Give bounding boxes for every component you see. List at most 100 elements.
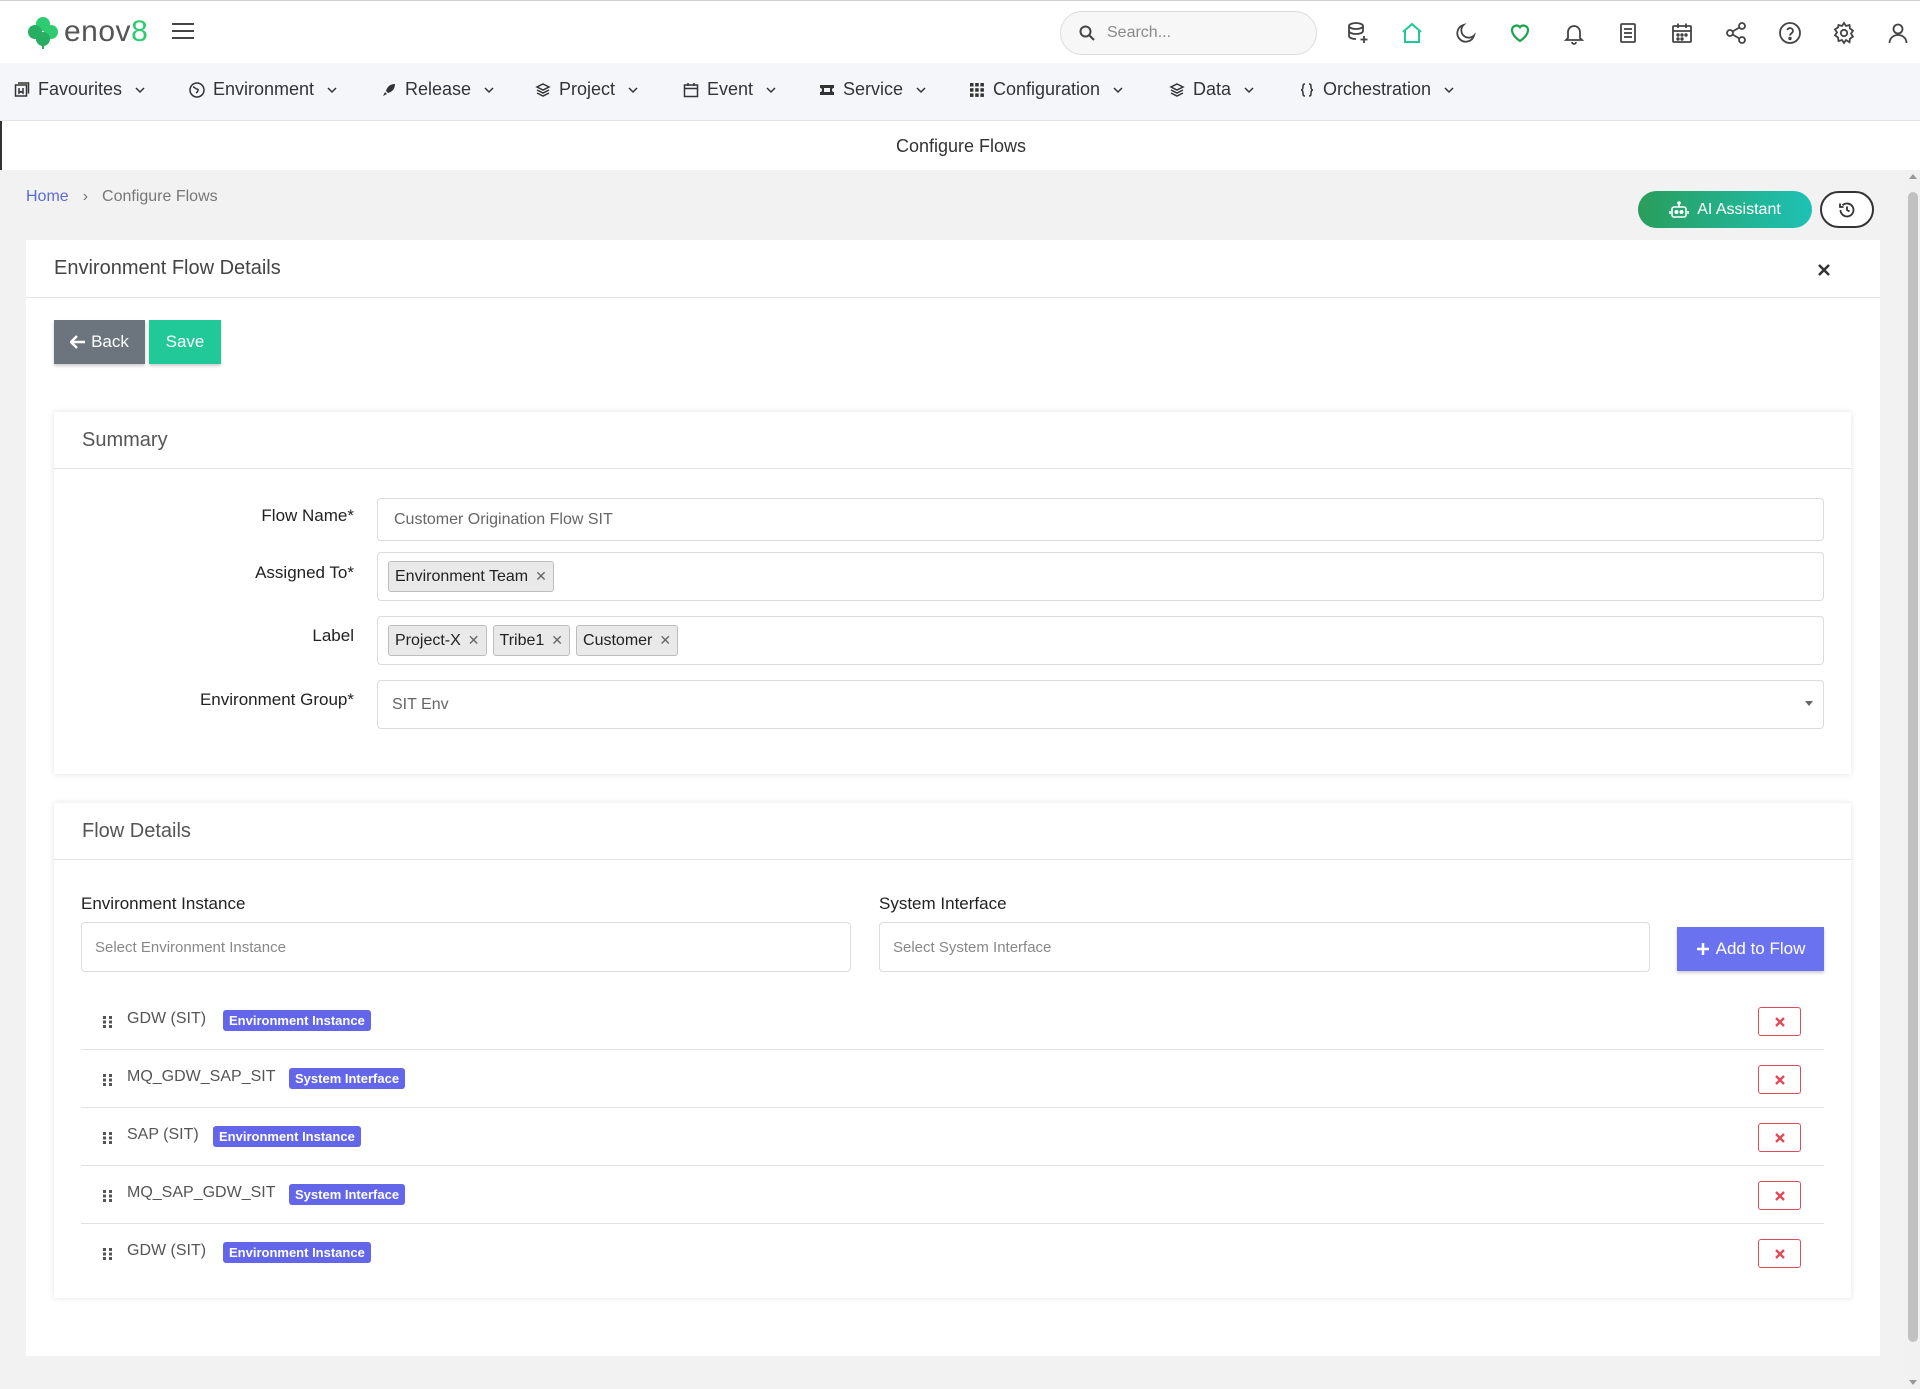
delete-row-button[interactable] (1758, 1007, 1801, 1036)
home-icon[interactable] (1397, 18, 1427, 48)
menu-event[interactable]: Event (683, 79, 777, 100)
save-button[interactable]: Save (149, 320, 221, 364)
delete-row-button[interactable] (1758, 1181, 1801, 1210)
flow-details-header: Flow Details (54, 803, 1851, 860)
plus-icon (1696, 943, 1709, 955)
breadcrumb-current: Configure Flows (102, 188, 218, 205)
globe-icon (189, 81, 205, 98)
menu-environment[interactable]: Environment (189, 79, 338, 100)
database-add-icon[interactable] (1343, 18, 1373, 48)
bell-icon[interactable] (1559, 18, 1589, 48)
history-button[interactable] (1820, 191, 1874, 228)
close-icon (1774, 1074, 1785, 1085)
back-button[interactable]: Back (54, 320, 145, 364)
close-icon[interactable] (1816, 262, 1832, 278)
close-icon (1774, 1248, 1785, 1259)
close-icon (1774, 1190, 1785, 1201)
hamburger-menu-icon[interactable] (172, 21, 194, 41)
clover-icon (28, 17, 58, 49)
search-input[interactable] (1105, 23, 1305, 43)
heart-icon[interactable] (1505, 18, 1535, 48)
flow-name-input[interactable]: Customer Origination Flow SIT (377, 498, 1824, 541)
remove-tag-icon[interactable]: ✕ (551, 632, 563, 649)
flow-row: GDW (SIT) Environment Instance (81, 992, 1824, 1050)
logo-text: enov8 (64, 15, 149, 48)
flow-row-name: SAP (SIT) (127, 1126, 199, 1143)
delete-row-button[interactable] (1758, 1123, 1801, 1152)
menu-data[interactable]: Data (1169, 79, 1255, 100)
chevron-down-icon (1444, 86, 1454, 93)
drag-handle-icon[interactable] (102, 1189, 113, 1203)
tag-label: Customer (583, 631, 653, 649)
type-badge: System Interface (289, 1184, 406, 1205)
settings-icon[interactable] (1829, 18, 1859, 48)
add-to-flow-label: Add to Flow (1715, 939, 1806, 958)
menu-service-label: Service (843, 79, 904, 99)
user-icon[interactable] (1883, 18, 1913, 48)
menu-orchestration-label: Orchestration (1323, 79, 1432, 99)
menu-configuration[interactable]: Configuration (969, 79, 1124, 100)
enov8-logo[interactable]: enov8 (26, 15, 148, 49)
delete-row-button[interactable] (1758, 1239, 1801, 1268)
remove-tag-icon[interactable]: ✕ (535, 568, 547, 585)
drag-handle-icon[interactable] (102, 1247, 113, 1261)
main-menu-bar: Favourites Environment Release Project E… (0, 63, 1920, 121)
menu-favourites[interactable]: Favourites (14, 79, 146, 100)
breadcrumb-home-link[interactable]: Home (26, 188, 69, 206)
assigned-to-field[interactable]: Environment Team ✕ (377, 552, 1824, 601)
type-badge: Environment Instance (213, 1126, 361, 1147)
environment-group-select[interactable]: SIT Env (377, 680, 1824, 729)
drag-handle-icon[interactable] (102, 1131, 113, 1145)
environment-instance-select[interactable]: Select Environment Instance (81, 922, 851, 972)
environment-flow-card: Environment Flow Details Back Save Summa… (26, 240, 1880, 1356)
summary-header: Summary (54, 412, 1851, 469)
layers-icon (1169, 82, 1185, 97)
grid-icon (970, 82, 984, 97)
menu-favourites-label: Favourites (38, 79, 123, 99)
drag-handle-icon[interactable] (102, 1015, 113, 1029)
ai-assistant-button[interactable]: AI Assistant (1638, 191, 1812, 228)
flow-row-name: MQ_SAP_GDW_SIT (127, 1184, 276, 1201)
menu-project[interactable]: Project (535, 79, 639, 100)
menu-data-label: Data (1193, 79, 1232, 99)
chevron-down-icon (484, 86, 494, 93)
delete-row-button[interactable] (1758, 1065, 1801, 1094)
type-badge: System Interface (289, 1068, 406, 1089)
document-icon[interactable] (1613, 18, 1643, 48)
tag-chip: Environment Team ✕ (388, 561, 554, 592)
type-badge: Environment Instance (223, 1010, 371, 1031)
menu-configuration-label: Configuration (993, 79, 1101, 99)
calendar-icon (683, 82, 699, 97)
chevron-down-icon (1244, 86, 1254, 93)
arrow-left-icon (70, 335, 86, 349)
close-icon (1774, 1016, 1785, 1027)
drag-handle-icon[interactable] (102, 1073, 113, 1087)
calendar-icon[interactable] (1667, 18, 1697, 48)
system-interface-select[interactable]: Select System Interface (879, 922, 1650, 972)
share-icon[interactable] (1721, 18, 1751, 48)
moon-icon[interactable] (1451, 18, 1481, 48)
bookmark-icon (14, 81, 30, 97)
tag-chip: Customer ✕ (576, 625, 679, 656)
search-box[interactable] (1060, 11, 1317, 55)
help-icon[interactable] (1775, 18, 1805, 48)
menu-environment-label: Environment (213, 79, 315, 99)
breadcrumb: Home › Configure Flows (26, 188, 218, 206)
label-field[interactable]: Project-X ✕ Tribe1 ✕ Customer ✕ (377, 616, 1824, 665)
flow-details-title: Flow Details (82, 820, 191, 842)
menu-orchestration[interactable]: Orchestration (1299, 79, 1455, 100)
menu-release[interactable]: Release (381, 79, 495, 100)
menu-service[interactable]: Service (819, 79, 927, 100)
page-scrollbar[interactable] (1905, 170, 1920, 1389)
tag-label: Project-X (395, 631, 461, 649)
summary-section: Summary Flow Name* Customer Origination … (54, 412, 1851, 774)
menu-project-label: Project (559, 79, 616, 99)
remove-tag-icon[interactable]: ✕ (468, 632, 480, 649)
remove-tag-icon[interactable]: ✕ (659, 632, 671, 649)
rocket-icon (383, 83, 395, 96)
scroll-down-arrow-icon[interactable] (1909, 1380, 1917, 1385)
scrollbar-thumb[interactable] (1908, 192, 1918, 1342)
add-to-flow-button[interactable]: Add to Flow (1677, 927, 1824, 971)
scroll-up-arrow-icon[interactable] (1909, 174, 1917, 179)
back-label: Back (91, 332, 129, 351)
